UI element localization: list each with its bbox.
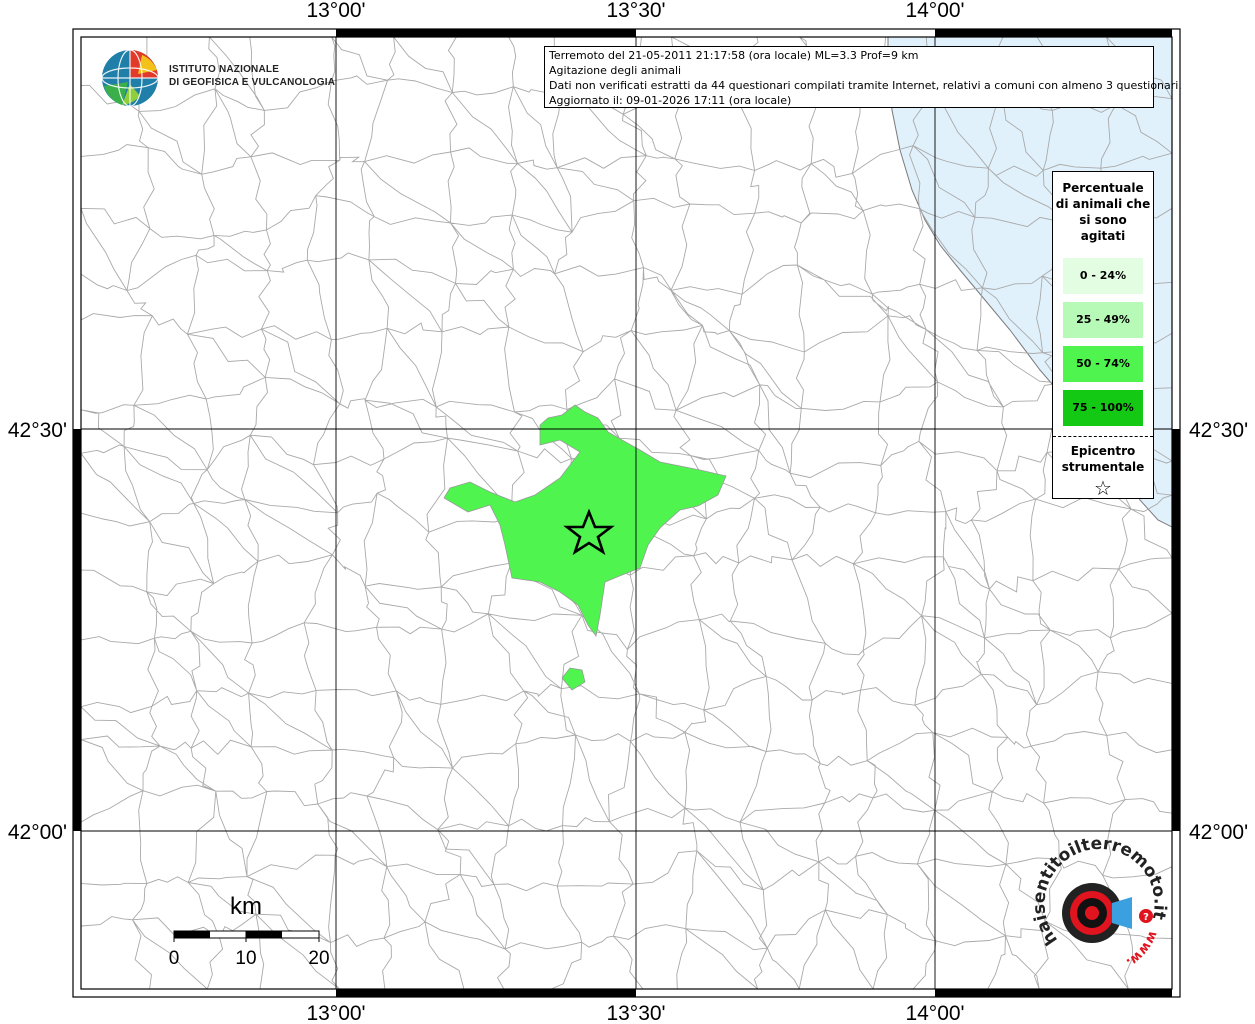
lon-label-top-3: 14°00'	[905, 0, 964, 22]
ingv-logo-text: ISTITUTO NAZIONALE DI GEOFISICA E VULCAN…	[169, 63, 335, 89]
legend-star-icon: ☆	[1094, 476, 1112, 500]
legend-class-1: 25 - 49%	[1063, 302, 1143, 338]
scale-unit-label: km	[230, 893, 262, 920]
scale-tick-0: 0	[169, 948, 180, 969]
legend-title: Percentuale di animali che si sono agita…	[1055, 181, 1151, 243]
ingv-line-1: ISTITUTO NAZIONALE	[169, 64, 280, 75]
legend-classes: 0 - 24% 25 - 49% 50 - 74% 75 - 100%	[1053, 258, 1153, 426]
legend-class-2: 50 - 74%	[1063, 346, 1143, 382]
lat-label-left-2: 42°00'	[8, 821, 67, 844]
lon-label-bottom-2: 13°30'	[606, 1002, 665, 1024]
legend-class-3: 75 - 100%	[1063, 390, 1143, 426]
lon-label-bottom-1: 13°00'	[306, 1002, 365, 1024]
legend: Percentuale di animali che si sono agita…	[1052, 171, 1154, 499]
event-title: Terremoto del 21-05-2011 21:17:58 (ora l…	[549, 49, 919, 62]
ingv-line-2: DI GEOFISICA E VULCANOLOGIA	[169, 77, 336, 88]
scale-tick-20: 20	[308, 948, 329, 969]
lat-label-right-1: 42°30'	[1189, 419, 1248, 442]
lon-label-top-2: 13°30'	[606, 0, 665, 22]
event-updated: Aggiornato il: 09-01-2026 17:11 (ora loc…	[549, 94, 792, 107]
scale-tick-10: 10	[235, 948, 256, 969]
lon-label-bottom-3: 14°00'	[905, 1002, 964, 1024]
ingv-logo	[101, 49, 159, 107]
lon-label-top-1: 13°00'	[306, 0, 365, 22]
legend-epicenter-label: Epicentro strumentale	[1061, 444, 1145, 474]
lat-label-right-2: 42°00'	[1189, 821, 1248, 844]
event-info-box: Terremoto del 21-05-2011 21:17:58 (ora l…	[544, 46, 1182, 108]
lat-label-left-1: 42°30'	[8, 419, 67, 442]
event-subtitle: Agitazione degli animali	[549, 64, 682, 77]
legend-separator	[1053, 436, 1153, 437]
event-data-note: Dati non verificati estratti da 44 quest…	[549, 79, 1182, 92]
seismic-map: 13°00' 13°30' 14°00' 13°00' 13°30' 14°00…	[8, 0, 1248, 1024]
legend-class-0: 0 - 24%	[1063, 258, 1143, 294]
